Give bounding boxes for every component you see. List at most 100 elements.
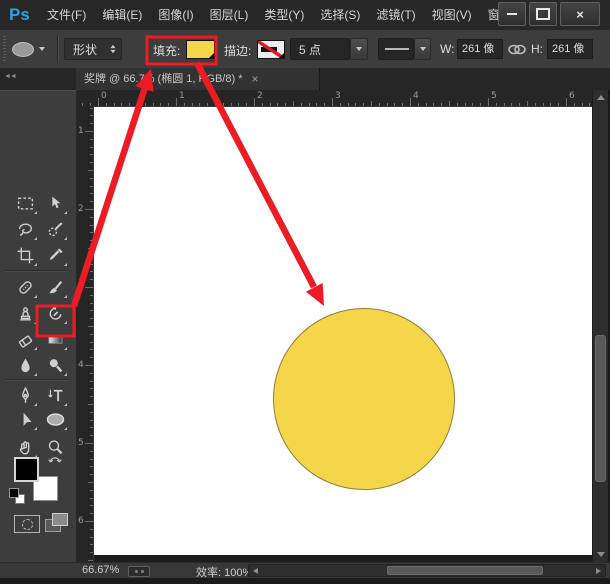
screen-mode-button[interactable] xyxy=(45,513,69,533)
photoshop-window: Ps 文件(F) 编辑(E) 图像(I) 图层(L) 类型(Y) 选择(S) 滤… xyxy=(0,0,610,584)
scroll-up-icon[interactable] xyxy=(597,95,605,100)
shape-mode-value: 形状 xyxy=(73,42,98,57)
minimize-button[interactable] xyxy=(498,2,526,26)
chevron-down-icon xyxy=(39,47,45,51)
shape-mode-select[interactable]: 形状 xyxy=(64,38,122,60)
tool-quick-selection[interactable] xyxy=(42,217,68,241)
width-label: W: xyxy=(440,42,455,56)
close-button[interactable]: × xyxy=(560,2,600,26)
zoom-level-field[interactable]: 66.67% xyxy=(82,564,119,576)
tab-close-icon[interactable]: × xyxy=(252,68,259,90)
chevron-down-icon xyxy=(356,47,362,51)
foreground-color-swatch[interactable] xyxy=(14,457,39,482)
vertical-scrollbar[interactable] xyxy=(592,90,608,562)
quick-mask-button[interactable] xyxy=(14,515,40,533)
document-tab[interactable]: 奖牌 @ 66.7% (椭圆 1, RGB/8) * × xyxy=(76,68,320,90)
vertical-scrollbar-thumb[interactable] xyxy=(595,335,606,482)
menu-bar: 文件(F) 编辑(E) 图像(I) 图层(L) 类型(Y) 选择(S) 滤镜(T… xyxy=(39,0,498,30)
swatch-corner-icon xyxy=(209,53,214,58)
tool-brush[interactable] xyxy=(42,275,68,299)
default-colors-icon[interactable] xyxy=(9,488,26,505)
ruler-number: 2 xyxy=(257,91,263,101)
document-tab-bar: ◄◄ 奖牌 @ 66.7% (椭圆 1, RGB/8) * × xyxy=(0,68,610,91)
swatch-corner-icon xyxy=(279,53,284,58)
menu-layer[interactable]: 图层(L) xyxy=(202,0,257,30)
fill-color-swatch[interactable] xyxy=(186,40,215,59)
horizontal-scrollbar-thumb[interactable] xyxy=(387,566,543,575)
menu-window-truncated[interactable]: 窗 xyxy=(480,0,498,30)
scroll-left-icon[interactable] xyxy=(253,568,258,574)
stroke-style-select[interactable] xyxy=(378,38,414,60)
height-label: H: xyxy=(531,42,543,56)
scroll-right-icon[interactable] xyxy=(596,568,601,574)
swap-colors-icon[interactable] xyxy=(47,453,63,472)
menu-file[interactable]: 文件(F) xyxy=(39,0,94,30)
ruler-number: 1 xyxy=(179,91,185,101)
vertical-ruler: 1 2 3 4 5 6 xyxy=(76,106,94,562)
stroke-style-dropdown-button[interactable] xyxy=(414,38,431,60)
menu-image[interactable]: 图像(I) xyxy=(150,0,201,30)
menu-filter[interactable]: 滤镜(T) xyxy=(368,0,423,30)
scroll-down-icon[interactable] xyxy=(597,552,605,557)
tool-eyedropper[interactable] xyxy=(42,243,68,267)
menu-view[interactable]: 视图(V) xyxy=(424,0,480,30)
chevron-down-icon xyxy=(419,47,426,51)
tool-clone-stamp[interactable] xyxy=(12,301,38,325)
menu-edit[interactable]: 编辑(E) xyxy=(94,0,150,30)
ruler-number: 4 xyxy=(413,91,419,101)
window-controls: × xyxy=(498,2,600,26)
solid-line-icon xyxy=(385,48,409,50)
ruler-number: 5 xyxy=(491,91,497,101)
stroke-label: 描边: xyxy=(224,44,252,58)
mini-black-swatch xyxy=(9,488,19,498)
tool-history-brush[interactable] xyxy=(42,301,68,325)
ellipse-preset-icon xyxy=(12,41,34,57)
quick-mask-icon xyxy=(21,518,33,530)
tool-gradient[interactable] xyxy=(42,327,68,351)
width-input[interactable]: 261 像 xyxy=(457,39,503,59)
tool-spot-healing-brush[interactable] xyxy=(12,275,38,299)
maximize-button[interactable] xyxy=(529,2,557,26)
tool-hand[interactable] xyxy=(12,435,38,459)
stroke-color-swatch[interactable] xyxy=(257,40,285,59)
tool-dodge[interactable] xyxy=(42,353,68,377)
status-bar: 66.67% 效率: 100%* xyxy=(0,562,610,579)
stroke-width-field[interactable]: 5 点 xyxy=(290,38,350,60)
tool-ellipse[interactable] xyxy=(42,407,68,431)
tool-pen[interactable] xyxy=(12,383,38,407)
screen-mode-icon xyxy=(52,513,68,526)
maximize-icon xyxy=(536,8,550,20)
tool-rectangular-marquee[interactable] xyxy=(12,191,38,215)
ruler-number: 5 xyxy=(78,438,84,448)
document-tab-title: 奖牌 @ 66.7% (椭圆 1, RGB/8) * xyxy=(84,73,243,85)
tool-preset-picker[interactable] xyxy=(12,38,54,60)
tool-lasso[interactable] xyxy=(12,217,38,241)
tool-crop[interactable] xyxy=(12,243,38,267)
tool-eraser[interactable] xyxy=(12,327,38,351)
ruler-number: 2 xyxy=(78,204,84,214)
horizontal-ruler: 0 1 2 3 4 5 6 xyxy=(76,90,592,107)
tool-path-selection[interactable] xyxy=(12,407,38,431)
title-bar: Ps 文件(F) 编辑(E) 图像(I) 图层(L) 类型(Y) 选择(S) 滤… xyxy=(0,0,610,31)
ruler-number: 4 xyxy=(78,360,84,370)
horizontal-scrollbar[interactable] xyxy=(248,564,606,577)
tool-type[interactable] xyxy=(42,383,68,407)
ruler-number: 6 xyxy=(78,516,84,526)
tool-blur[interactable] xyxy=(12,353,38,377)
tool-move[interactable] xyxy=(42,191,68,215)
status-options-icon[interactable] xyxy=(128,566,150,577)
stroke-width-dropdown-button[interactable] xyxy=(350,38,368,60)
ruler-number: 3 xyxy=(78,282,84,292)
ruler-number: 0 xyxy=(101,91,107,101)
close-icon: × xyxy=(576,6,584,22)
canvas[interactable] xyxy=(93,106,592,555)
toolbox-collapse-icon[interactable]: ◄◄ xyxy=(4,73,17,80)
height-input[interactable]: 261 像 xyxy=(547,39,593,59)
fill-label: 填充: xyxy=(153,44,181,58)
options-separator xyxy=(57,36,59,62)
menu-type[interactable]: 类型(Y) xyxy=(256,0,312,30)
link-dimensions-icon[interactable] xyxy=(507,43,527,59)
ellipse-shape[interactable] xyxy=(273,308,455,490)
toolbox xyxy=(0,90,77,563)
menu-select[interactable]: 选择(S) xyxy=(312,0,368,30)
